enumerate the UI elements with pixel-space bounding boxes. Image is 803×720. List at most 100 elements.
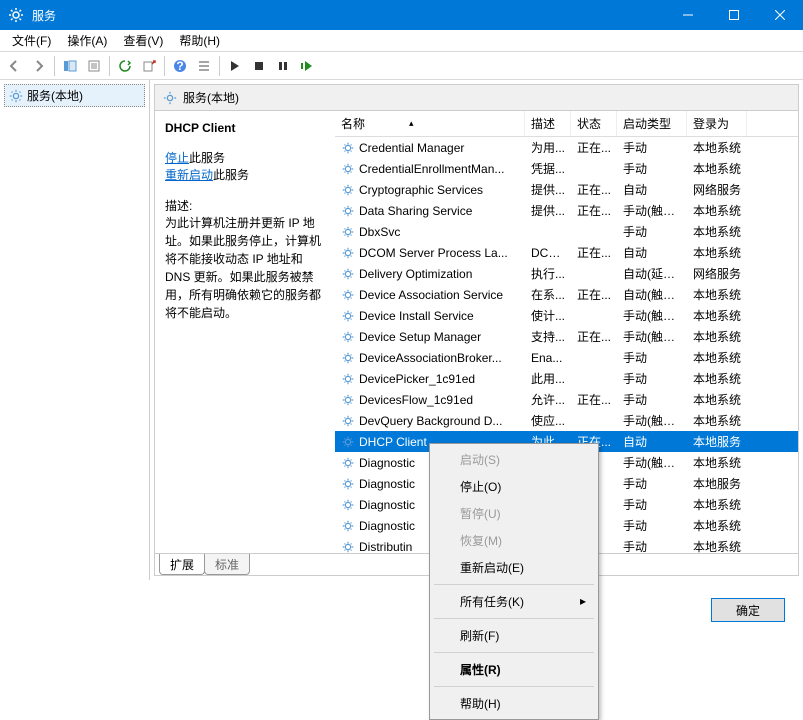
gear-icon xyxy=(163,91,177,105)
menu-action[interactable]: 操作(A) xyxy=(59,30,115,51)
service-logon-cell: 本地系统 xyxy=(687,496,747,513)
service-row[interactable]: DevQuery Background D...使应...手动(触发...本地系… xyxy=(335,410,798,431)
menu-item[interactable]: 所有任务(K)▸ xyxy=(432,588,596,615)
service-logon-cell: 本地系统 xyxy=(687,412,747,429)
tree-node-services-local[interactable]: 服务(本地) xyxy=(4,84,145,107)
service-name-cell: Device Install Service xyxy=(359,309,474,323)
service-start-cell: 手动 xyxy=(617,496,687,513)
service-logon-cell: 本地系统 xyxy=(687,202,747,219)
ok-button[interactable]: 确定 xyxy=(711,598,785,622)
service-desc-cell: DCO... xyxy=(525,246,571,260)
export-button[interactable] xyxy=(138,55,160,77)
service-name-cell: Diagnostic xyxy=(359,477,415,491)
service-desc-cell: 提供... xyxy=(525,181,571,198)
service-row[interactable]: Device Setup Manager支持...正在...手动(触发...本地… xyxy=(335,326,798,347)
service-row[interactable]: Device Install Service使计...手动(触发...本地系统 xyxy=(335,305,798,326)
menu-file[interactable]: 文件(F) xyxy=(4,30,59,51)
refresh-button[interactable] xyxy=(114,55,136,77)
menu-item[interactable]: 刷新(F) xyxy=(432,622,596,649)
menu-separator xyxy=(434,652,594,653)
minimize-button[interactable] xyxy=(665,0,711,30)
service-row[interactable]: DbxSvc手动本地系统 xyxy=(335,221,798,242)
menu-item[interactable]: 停止(O) xyxy=(432,473,596,500)
gear-icon xyxy=(341,519,355,533)
show-hide-tree-button[interactable] xyxy=(59,55,81,77)
service-name-cell: DevicesFlow_1c91ed xyxy=(359,393,473,407)
title-bar: 服务 xyxy=(0,0,803,30)
gear-icon xyxy=(341,456,355,470)
col-name[interactable]: 名称▴ xyxy=(335,111,525,136)
col-logon[interactable]: 登录为 xyxy=(687,111,747,136)
dialog-footer: 确定 xyxy=(711,598,785,622)
restart-service-button[interactable] xyxy=(296,55,318,77)
content-area: 服务(本地) 服务(本地) DHCP Client 停止此服务 重新启动此服务 … xyxy=(0,80,803,580)
service-logon-cell: 本地系统 xyxy=(687,391,747,408)
description-label: 描述: xyxy=(165,197,325,214)
service-name-cell: DeviceAssociationBroker... xyxy=(359,351,502,365)
help-button[interactable]: ? xyxy=(169,55,191,77)
service-status-cell: 正在... xyxy=(571,202,617,219)
forward-button[interactable] xyxy=(28,55,50,77)
pause-service-button[interactable] xyxy=(272,55,294,77)
service-start-cell: 手动 xyxy=(617,391,687,408)
gear-icon xyxy=(341,309,355,323)
gear-icon xyxy=(341,330,355,344)
close-button[interactable] xyxy=(757,0,803,30)
restart-link[interactable]: 重新启动 xyxy=(165,168,213,182)
col-startup[interactable]: 启动类型 xyxy=(617,111,687,136)
service-row[interactable]: Data Sharing Service提供...正在...手动(触发...本地… xyxy=(335,200,798,221)
service-start-cell: 手动 xyxy=(617,160,687,177)
service-start-cell: 手动(触发... xyxy=(617,307,687,324)
menu-help[interactable]: 帮助(H) xyxy=(171,30,228,51)
list-header: 名称▴ 描述 状态 启动类型 登录为 xyxy=(335,111,798,137)
stop-link[interactable]: 停止 xyxy=(165,151,189,165)
service-row[interactable]: CredentialEnrollmentMan...凭据...手动本地系统 xyxy=(335,158,798,179)
service-start-cell: 手动(触发... xyxy=(617,412,687,429)
service-row[interactable]: Delivery Optimization执行...自动(延迟...网络服务 xyxy=(335,263,798,284)
service-row[interactable]: Device Association Service在系...正在...自动(触… xyxy=(335,284,798,305)
service-name-cell: DHCP Client xyxy=(359,435,427,449)
gear-icon xyxy=(341,162,355,176)
start-service-button[interactable] xyxy=(224,55,246,77)
window-title: 服务 xyxy=(32,7,665,24)
service-logon-cell: 本地系统 xyxy=(687,286,747,303)
properties-button[interactable] xyxy=(83,55,105,77)
selected-service-name: DHCP Client xyxy=(165,121,325,135)
toolbar: ? xyxy=(0,52,803,80)
col-desc[interactable]: 描述 xyxy=(525,111,571,136)
menu-item[interactable]: 属性(R) xyxy=(432,656,596,683)
menu-view[interactable]: 查看(V) xyxy=(115,30,171,51)
tab-extended[interactable]: 扩展 xyxy=(159,554,205,575)
service-desc-cell: Ena... xyxy=(525,351,571,365)
service-row[interactable]: DevicesFlow_1c91ed允许...正在...手动本地系统 xyxy=(335,389,798,410)
service-name-cell: DevQuery Background D... xyxy=(359,414,502,428)
stop-service-button[interactable] xyxy=(248,55,270,77)
col-status[interactable]: 状态 xyxy=(571,111,617,136)
service-start-cell: 手动 xyxy=(617,139,687,156)
menu-item[interactable]: 重新启动(E) xyxy=(432,554,596,581)
service-logon-cell: 本地系统 xyxy=(687,454,747,471)
service-start-cell: 手动(触发... xyxy=(617,328,687,345)
service-logon-cell: 本地服务 xyxy=(687,433,747,450)
gear-icon xyxy=(341,267,355,281)
tab-standard[interactable]: 标准 xyxy=(204,554,250,575)
service-row[interactable]: Credential Manager为用...正在...手动本地系统 xyxy=(335,137,798,158)
service-logon-cell: 本地系统 xyxy=(687,517,747,534)
service-desc-cell: 此用... xyxy=(525,370,571,387)
service-start-cell: 自动 xyxy=(617,244,687,261)
service-row[interactable]: DCOM Server Process La...DCO...正在...自动本地… xyxy=(335,242,798,263)
maximize-button[interactable] xyxy=(711,0,757,30)
service-start-cell: 自动 xyxy=(617,433,687,450)
service-desc-cell: 凭据... xyxy=(525,160,571,177)
menu-item[interactable]: 帮助(H) xyxy=(432,690,596,717)
service-row[interactable]: Cryptographic Services提供...正在...自动网络服务 xyxy=(335,179,798,200)
service-start-cell: 自动 xyxy=(617,181,687,198)
service-row[interactable]: DevicePicker_1c91ed此用...手动本地系统 xyxy=(335,368,798,389)
back-button[interactable] xyxy=(4,55,26,77)
service-logon-cell: 网络服务 xyxy=(687,265,747,282)
service-row[interactable]: DeviceAssociationBroker...Ena...手动本地系统 xyxy=(335,347,798,368)
gear-icon xyxy=(341,477,355,491)
list-button[interactable] xyxy=(193,55,215,77)
description-text: 为此计算机注册并更新 IP 地址。如果此服务停止，计算机将不能接收动态 IP 地… xyxy=(165,214,325,322)
service-status-cell: 正在... xyxy=(571,286,617,303)
